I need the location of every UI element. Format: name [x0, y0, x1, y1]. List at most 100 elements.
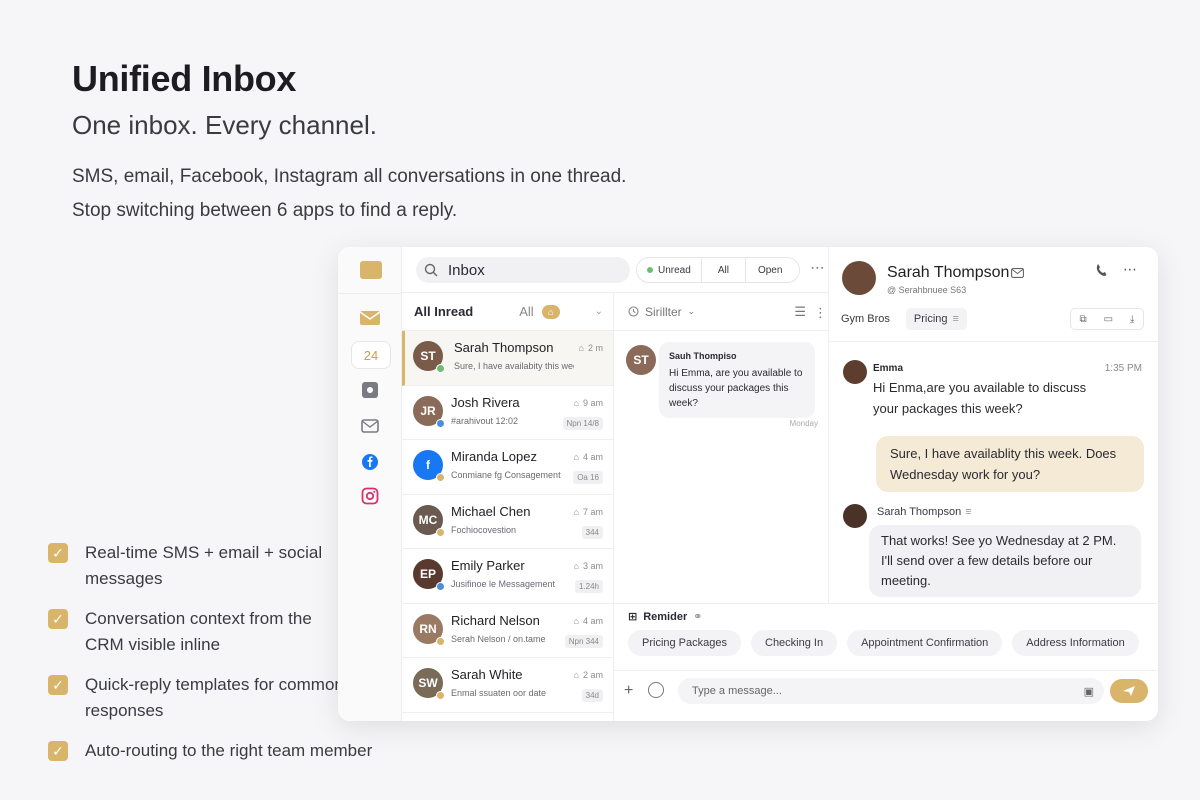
list-header: All Inread All ⌂ ⌄ — [402, 293, 613, 331]
duplicate-icon[interactable]: ⧉ — [1079, 314, 1086, 325]
message-sender: Emma — [873, 363, 904, 374]
tag-chip[interactable]: Pricing ≡ — [905, 308, 967, 330]
pin-icon: ⌂ — [578, 343, 584, 353]
conversation-row[interactable]: RN Richard Nelson ⌂ 4 am Serah Nelson / on.t… — [402, 604, 613, 658]
nav-rail: 24 — [338, 247, 402, 721]
image-icon[interactable]: ▣ — [1084, 685, 1094, 698]
meta-tag: Npn 344 — [564, 634, 603, 648]
template-icon: ⊞ — [628, 611, 638, 623]
contact-name: Sarah White — [451, 667, 523, 682]
comment-icon[interactable]: ▭ — [1104, 314, 1113, 325]
meta-tag: 1.24h — [574, 580, 603, 593]
download-icon[interactable]: ⤓ — [1130, 314, 1134, 325]
link-icon: ⚭ — [693, 611, 703, 623]
menu-icon: ≡ — [952, 313, 959, 325]
meta-tag: Npn 14/8 — [562, 416, 603, 430]
conversation-row[interactable]: JR Josh Rivera ⌂ 9 am #arahivout 12:02 Npn 14… — [402, 386, 613, 440]
mail-icon[interactable] — [359, 309, 381, 327]
filter-open[interactable]: Open — [746, 258, 794, 282]
message-preview: Conmiane fg Consagement — [451, 470, 561, 480]
filter-unread[interactable]: Unread — [637, 258, 702, 282]
more-options-icon[interactable]: ⋯ — [1123, 261, 1137, 278]
message-text: Hi Emma, are you available to discuss yo… — [669, 368, 803, 409]
contact-name: Josh Rivera — [451, 394, 520, 410]
quick-reply-templates: Pricing Packages Checking In Appointment… — [628, 630, 1149, 656]
template-chip[interactable]: Address Information — [1012, 630, 1139, 656]
feature-text: Auto-routing to the right team member — [85, 741, 373, 760]
more-options-icon[interactable]: ⋮ — [810, 261, 826, 275]
channel-badge-icon — [436, 473, 445, 482]
inbox-logo-icon[interactable] — [360, 261, 382, 279]
thread-filter-label[interactable]: Sirillter — [645, 305, 682, 319]
message-time: ⌂ 7 am — [573, 506, 603, 517]
template-chip[interactable]: Appointment Confirmation — [847, 630, 1003, 656]
conversation-row[interactable]: EP Emily Parker ⌂ 3 am Jusifinoe le Messagem… — [402, 549, 613, 604]
thread-header: Sirillter ⌄ ☰ ⋮ — [614, 293, 828, 331]
outgoing-message-bubble: Sure, I have availablity this week. Does… — [876, 436, 1144, 492]
pin-icon: ⌂ — [573, 506, 579, 517]
channel-badge-icon — [436, 636, 445, 646]
tab-all-unread[interactable]: All Inread — [414, 304, 473, 319]
calendar-badge[interactable]: 24 — [351, 341, 391, 369]
feature-list: ✓ Real-time SMS + email + social message… — [48, 540, 372, 778]
description-line: Stop switching between 6 apps to find a … — [72, 200, 458, 221]
pin-icon: ⌂ — [573, 670, 579, 680]
feature-item: ✓ Real-time SMS + email + social message… — [48, 540, 348, 592]
contact-name: Miranda Lopez — [451, 449, 537, 464]
message-time: ⌂ 3 am — [573, 561, 603, 571]
message-input[interactable]: Type a message... ▣ — [678, 678, 1104, 704]
composer-area: ⊞ Remider ⚭ Pricing Packages Checking In A… — [614, 603, 1158, 721]
email-icon[interactable] — [359, 417, 381, 435]
mail-icon[interactable] — [1011, 268, 1024, 278]
page-title: Unified Inbox — [72, 58, 297, 99]
channel-badge-icon — [436, 418, 445, 428]
check-icon: ✓ — [48, 609, 68, 629]
check-icon: ✓ — [48, 675, 68, 695]
send-icon — [1123, 686, 1135, 696]
conversation-row[interactable]: ST Sarah Thompson ⌂ 2 m Sure, I have availab… — [402, 331, 613, 386]
avatar — [843, 360, 867, 384]
more-options-icon[interactable]: ⋮ — [814, 305, 827, 321]
message-sender: Sarah Thompson ≡ — [877, 506, 972, 518]
avatar: f — [413, 450, 445, 482]
facebook-icon[interactable] — [359, 453, 381, 471]
conversation-row[interactable]: f Miranda Lopez ⌂ 4 am Conmiane fg Consageme… — [402, 440, 613, 495]
divider — [614, 670, 1158, 671]
message-time: ⌂ 4 am — [573, 615, 603, 626]
phone-icon[interactable] — [1095, 263, 1107, 277]
feature-text: Conversation context from the CRM visibl… — [85, 609, 312, 654]
search-label: Inbox — [448, 261, 485, 279]
tab-all[interactable]: All — [519, 304, 533, 319]
conversation-row[interactable]: MC Michael Chen ⌂ 7 am Fochiocovestion 344 — [402, 495, 613, 549]
search-input[interactable]: Inbox — [416, 257, 630, 283]
contact-actions: ⧉ ▭ ⤓ — [1070, 308, 1144, 330]
emoji-icon[interactable] — [648, 682, 664, 698]
date-label: Monday — [789, 419, 818, 428]
conversation-row[interactable]: SW Sarah White ⌂ 2 am Enmal ssuaten oor date… — [402, 658, 613, 713]
template-chip[interactable]: Pricing Packages — [628, 630, 741, 656]
chevron-down-icon[interactable]: ⌄ — [688, 306, 696, 317]
description-line: SMS, email, Facebook, Instagram all conv… — [72, 166, 627, 187]
template-chip[interactable]: Checking In — [751, 630, 838, 656]
channel-badge-icon — [436, 582, 445, 591]
pin-icon: ⌂ — [573, 397, 579, 408]
contact-panel: Sarah Thompson @ Serahbnuee S63 ⋯ Gym Br… — [828, 247, 1158, 603]
avatar: RN — [413, 613, 445, 646]
send-button[interactable] — [1110, 679, 1148, 703]
add-attachment-icon[interactable]: + — [624, 682, 633, 700]
chat-icon[interactable] — [359, 381, 381, 399]
avatar: MC — [413, 504, 445, 537]
contact-handle: @ Serahbnuee S63 — [887, 285, 967, 295]
tag-chip[interactable]: Gym Bros — [841, 308, 898, 330]
avatar — [842, 261, 876, 295]
message-time: ⌂ 9 am — [573, 397, 603, 408]
channel-badge-icon — [436, 364, 445, 373]
inbox-app-window: 24 Inbox Unread All Open ⋮ All Inread Al — [338, 247, 1158, 721]
page-description: SMS, email, Facebook, Instagram all conv… — [72, 160, 626, 228]
pin-icon: ⌂ — [573, 452, 579, 462]
filter-all[interactable]: All — [702, 258, 746, 282]
instagram-icon[interactable] — [359, 487, 381, 505]
menu-icon[interactable]: ☰ — [794, 304, 806, 320]
feature-item: ✓ Quick-reply templates for common respo… — [48, 672, 348, 724]
chevron-down-icon[interactable]: ⌄ — [595, 306, 603, 317]
